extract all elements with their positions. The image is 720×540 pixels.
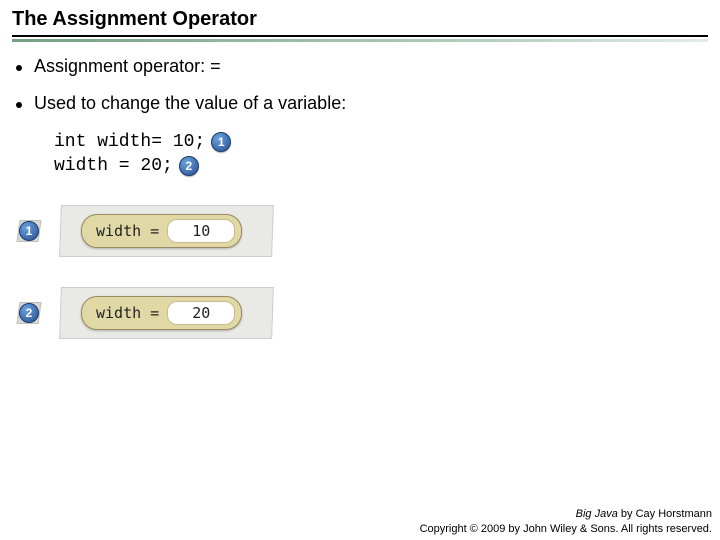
bullet-1-text: Assignment operator: =	[34, 56, 221, 77]
footer-author: by Cay Horstmann	[618, 508, 712, 520]
variable-label-2: width =	[96, 304, 159, 322]
code-line-2: width = 20; 2	[54, 154, 708, 178]
footer-book-title: Big Java	[576, 508, 618, 520]
variable-box-1: width = 10	[81, 214, 242, 248]
variable-box-2: width = 20	[81, 296, 242, 330]
var-box-wrapper-2: width = 20	[59, 287, 274, 339]
bullet-1: Assignment operator: =	[12, 56, 708, 77]
marker-circle-icon: 2	[19, 303, 39, 323]
code-text-2: width = 20;	[54, 154, 173, 178]
slide: The Assignment Operator Assignment opera…	[0, 0, 720, 339]
variable-value-2: 20	[167, 301, 235, 325]
slide-title: The Assignment Operator	[12, 8, 708, 37]
diagram-row-1: 1 width = 10	[18, 205, 708, 257]
code-marker-2-icon: 2	[179, 156, 199, 176]
diagram-marker-1: 1	[18, 220, 40, 242]
footer-line-1: Big Java by Cay Horstmann	[420, 507, 712, 521]
diagram-marker-2: 2	[18, 302, 40, 324]
bullet-2-text: Used to change the value of a variable:	[34, 93, 346, 114]
code-line-1: int width= 10; 1	[54, 130, 708, 154]
bullet-dot-icon	[16, 102, 22, 108]
title-accent-bar	[12, 39, 708, 42]
variable-label-1: width =	[96, 222, 159, 240]
diagram-row-2: 2 width = 20	[18, 287, 708, 339]
variable-diagram: 1 width = 10 2 width = 20	[18, 205, 708, 339]
footer-copyright: Copyright © 2009 by John Wiley & Sons. A…	[420, 522, 712, 536]
bullet-2: Used to change the value of a variable:	[12, 93, 708, 114]
marker-circle-icon: 1	[19, 221, 39, 241]
variable-value-1: 10	[167, 219, 235, 243]
code-block: int width= 10; 1 width = 20; 2	[54, 130, 708, 179]
bullet-dot-icon	[16, 65, 22, 71]
code-marker-1-icon: 1	[211, 132, 231, 152]
var-box-wrapper-1: width = 10	[59, 205, 274, 257]
code-text-1: int width= 10;	[54, 130, 205, 154]
footer: Big Java by Cay Horstmann Copyright © 20…	[420, 507, 712, 536]
